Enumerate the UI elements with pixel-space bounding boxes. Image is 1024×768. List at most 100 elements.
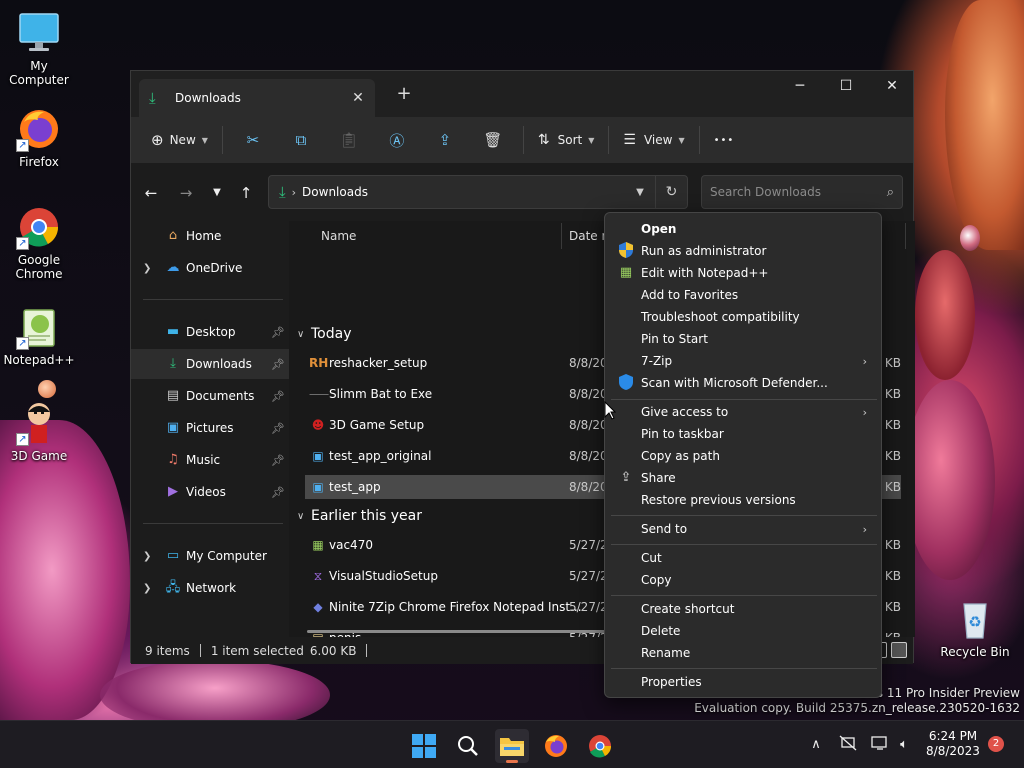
menu-item-delete[interactable]: Delete	[609, 620, 879, 642]
desktop-icon-3d-game[interactable]: ↗ 3D Game	[0, 400, 78, 463]
column-divider[interactable]	[905, 223, 906, 249]
rename-button[interactable]: Ⓐ	[381, 124, 413, 156]
sort-button[interactable]: ⇅ Sort ▼	[530, 124, 603, 156]
desktop-icon-my-computer[interactable]: My Computer	[0, 10, 78, 87]
menu-item-label: Restore previous versions	[641, 493, 796, 507]
horizontal-scrollbar[interactable]	[307, 630, 607, 633]
menu-item-copy[interactable]: Copy	[609, 569, 879, 591]
menu-item-cut[interactable]: Cut	[609, 547, 879, 569]
desktop-icon-recycle-bin[interactable]: ♻ Recycle Bin	[936, 596, 1014, 659]
no-network-icon[interactable]	[838, 735, 858, 755]
menu-item-label: Pin to taskbar	[641, 427, 724, 441]
address-dropdown-icon[interactable]: ▼	[625, 187, 655, 198]
build-info-watermark: Evaluation copy. Build 25375.zn_release.…	[694, 701, 1020, 715]
nav-item-home[interactable]: ⌂ Home	[131, 221, 289, 251]
taskbar-chrome[interactable]	[583, 729, 617, 763]
search-input[interactable]	[710, 185, 887, 199]
recent-locations-button[interactable]: ▼	[205, 181, 229, 205]
taskbar-file-explorer[interactable]	[495, 729, 529, 763]
expand-chevron-icon[interactable]: ❯	[143, 551, 153, 562]
nav-item-onedrive[interactable]: ❯ ☁ OneDrive	[131, 253, 289, 283]
menu-item-label: Cut	[641, 551, 662, 565]
menu-item-7-zip[interactable]: 7-Zip ›	[609, 350, 879, 372]
display-icon[interactable]	[870, 735, 890, 755]
taskbar-search-button[interactable]	[451, 729, 485, 763]
maximize-button[interactable]: ☐	[823, 71, 869, 101]
cut-button[interactable]: ✂	[237, 124, 269, 156]
menu-item-create-shortcut[interactable]: Create shortcut	[609, 598, 879, 620]
nav-item-music[interactable]: ♫ Music 📌︎	[131, 445, 289, 475]
see-more-button[interactable]: •••	[706, 124, 743, 156]
back-button[interactable]: ←	[139, 181, 163, 205]
menu-item-run-as-administrator[interactable]: Run as administrator	[609, 240, 879, 262]
nav-divider	[143, 523, 283, 524]
refresh-icon[interactable]: ↻	[655, 176, 687, 208]
column-divider[interactable]	[561, 223, 562, 249]
menu-item-restore-previous-versions[interactable]: Restore previous versions	[609, 489, 879, 511]
nav-item-desktop[interactable]: ▬ Desktop 📌︎	[131, 317, 289, 347]
file-name: Ninite 7Zip Chrome Firefox Notepad Inst.…	[329, 600, 582, 614]
nav-item-documents[interactable]: ▤ Documents 📌︎	[131, 381, 289, 411]
copy-button[interactable]: ⧉	[285, 124, 317, 156]
menu-item-add-to-favorites[interactable]: Add to Favorites	[609, 284, 879, 306]
new-tab-button[interactable]: +	[393, 84, 415, 106]
menu-item-edit-with-notepad-plus-plus[interactable]: ▦ Edit with Notepad++	[609, 262, 879, 284]
up-button[interactable]: ↑	[234, 181, 258, 205]
group-header-earlier-this-year[interactable]: ∨ Earlier this year	[297, 505, 422, 527]
menu-divider	[611, 668, 877, 669]
menu-item-scan-with-defender[interactable]: Scan with Microsoft Defender...	[609, 372, 879, 394]
share-button[interactable]: ⇪	[429, 124, 461, 156]
menu-item-pin-to-taskbar[interactable]: Pin to taskbar	[609, 423, 879, 445]
menu-item-open[interactable]: Open	[609, 218, 879, 240]
menu-item-pin-to-start[interactable]: Pin to Start	[609, 328, 879, 350]
desktop-icon-google-chrome[interactable]: ↗ Google Chrome	[0, 204, 78, 281]
system-clock[interactable]: 6:24 PM 8/8/2023	[920, 729, 986, 759]
delete-button[interactable]: 🗑︎	[477, 124, 509, 156]
show-hidden-icons-chevron[interactable]: ∧	[806, 735, 826, 755]
search-box[interactable]: ⌕	[701, 175, 903, 209]
nav-item-network[interactable]: ❯ 🖧︎ Network	[131, 573, 289, 603]
new-button[interactable]: ⊕ New ▼	[143, 124, 216, 156]
file-size: KB	[884, 418, 901, 432]
menu-item-properties[interactable]: Properties	[609, 671, 879, 693]
title-bar[interactable]: ⤓ Downloads ✕ + ─ ☐ ✕	[131, 71, 913, 117]
column-header-name[interactable]: Name	[321, 229, 356, 243]
menu-item-give-access-to[interactable]: Give access to ›	[609, 401, 879, 423]
tab-downloads[interactable]: ⤓ Downloads ✕	[139, 79, 375, 117]
desktop-icon-notepad-plus-plus[interactable]: ↗ Notepad++	[0, 304, 78, 367]
paste-button[interactable]: 📋︎	[333, 124, 365, 156]
expand-chevron-icon[interactable]: ❯	[143, 263, 153, 274]
close-tab-icon[interactable]: ✕	[347, 87, 369, 109]
download-arrow-icon: ⤓	[279, 183, 286, 201]
menu-item-label: Pin to Start	[641, 332, 708, 346]
menu-item-send-to[interactable]: Send to ›	[609, 518, 879, 540]
menu-item-share[interactable]: ⇪ Share	[609, 467, 879, 489]
address-crumb[interactable]: Downloads	[302, 185, 625, 199]
nav-item-label: Desktop	[186, 325, 236, 339]
item-count: 9 items	[145, 643, 190, 658]
close-window-button[interactable]: ✕	[869, 71, 915, 101]
forward-button[interactable]: →	[174, 181, 198, 205]
nav-item-downloads[interactable]: ⤓ Downloads 📌︎	[131, 349, 289, 379]
view-button[interactable]: ☰ View ▼	[615, 124, 692, 156]
address-bar[interactable]: ⤓ › Downloads ▼ ↻	[268, 175, 688, 209]
expand-chevron-icon[interactable]: ❯	[143, 583, 153, 594]
menu-item-troubleshoot-compatibility[interactable]: Troubleshoot compatibility	[609, 306, 879, 328]
notification-badge[interactable]: 2	[988, 736, 1004, 752]
minimize-button[interactable]: ─	[777, 71, 823, 101]
nav-item-pictures[interactable]: ▣ Pictures 📌︎	[131, 413, 289, 443]
nav-item-videos[interactable]: ▶ Videos 📌︎	[131, 477, 289, 507]
home-icon: ⌂	[168, 228, 178, 243]
chevron-down-icon: ▼	[201, 135, 208, 145]
volume-icon[interactable]: 🔈︎	[894, 735, 914, 755]
desktop-icon-firefox[interactable]: ↗ Firefox	[0, 106, 78, 169]
menu-item-copy-as-path[interactable]: Copy as path	[609, 445, 879, 467]
menu-item-rename[interactable]: Rename	[609, 642, 879, 664]
group-header-today[interactable]: ∨ Today	[297, 323, 352, 345]
taskbar-firefox[interactable]	[539, 729, 573, 763]
nav-item-my-computer[interactable]: ❯ ▭ My Computer	[131, 541, 289, 571]
start-button[interactable]	[407, 729, 441, 763]
tiles-view-button[interactable]	[891, 642, 907, 658]
nav-item-label: Videos	[186, 485, 226, 499]
pin-icon: 📌︎	[271, 421, 285, 435]
